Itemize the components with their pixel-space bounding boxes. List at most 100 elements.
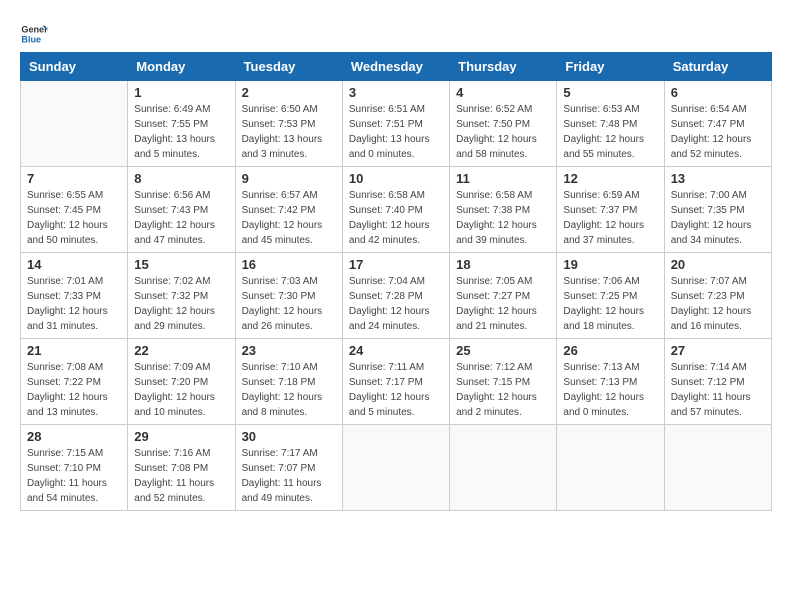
calendar-cell: 12 Sunrise: 6:59 AMSunset: 7:37 PMDayligh… [557,167,664,253]
day-info: Sunrise: 6:50 AMSunset: 7:53 PMDaylight:… [242,102,336,162]
day-info: Sunrise: 6:52 AMSunset: 7:50 PMDaylight:… [456,102,550,162]
calendar-header-thursday: Thursday [450,53,557,81]
calendar-cell: 14 Sunrise: 7:01 AMSunset: 7:33 PMDayligh… [21,253,128,339]
day-info: Sunrise: 6:58 AMSunset: 7:38 PMDaylight:… [456,188,550,248]
day-number: 20 [671,257,765,272]
calendar-cell: 19Sunrise: 7:06 AMSunset: 7:25 PMDayligh… [557,253,664,339]
calendar-cell: 6Sunrise: 6:54 AMSunset: 7:47 PMDaylight… [664,81,771,167]
calendar-cell: 16Sunrise: 7:03 AMSunset: 7:30 PMDayligh… [235,253,342,339]
day-info: Sunrise: 6:49 AMSunset: 7:55 PMDaylight:… [134,102,228,162]
calendar-week-row: 28 Sunrise: 7:15 AMSunset: 7:10 PMDayligh… [21,425,772,511]
calendar-cell: 1 Sunrise: 6:49 AMSunset: 7:55 PMDaylight… [128,81,235,167]
day-number: 22 [134,343,228,358]
day-number: 23 [242,343,336,358]
calendar-cell: 27Sunrise: 7:14 AMSunset: 7:12 PMDayligh… [664,339,771,425]
day-info: Sunrise: 6:53 AMSunset: 7:48 PMDaylight:… [563,102,657,162]
calendar-cell [664,425,771,511]
day-number: 3 [349,85,443,100]
calendar-cell [342,425,449,511]
day-number: 28 [27,429,121,444]
logo: General Blue [20,20,48,48]
calendar-cell: 7 Sunrise: 6:55 AMSunset: 7:45 PMDaylight… [21,167,128,253]
day-info: Sunrise: 7:06 AMSunset: 7:25 PMDaylight:… [563,274,657,334]
day-number: 14 [27,257,121,272]
calendar-week-row: 14 Sunrise: 7:01 AMSunset: 7:33 PMDayligh… [21,253,772,339]
day-info: Sunrise: 7:09 AMSunset: 7:20 PMDaylight:… [134,360,228,420]
calendar-cell [557,425,664,511]
calendar-week-row: 7 Sunrise: 6:55 AMSunset: 7:45 PMDaylight… [21,167,772,253]
calendar-cell: 29 Sunrise: 7:16 AMSunset: 7:08 PMDayligh… [128,425,235,511]
calendar-header-saturday: Saturday [664,53,771,81]
day-info: Sunrise: 6:56 AMSunset: 7:43 PMDaylight:… [134,188,228,248]
calendar-cell: 28 Sunrise: 7:15 AMSunset: 7:10 PMDayligh… [21,425,128,511]
calendar-cell: 11 Sunrise: 6:58 AMSunset: 7:38 PMDayligh… [450,167,557,253]
day-info: Sunrise: 7:05 AMSunset: 7:27 PMDaylight:… [456,274,550,334]
page-header: General Blue [20,20,772,48]
day-info: Sunrise: 6:55 AMSunset: 7:45 PMDaylight:… [27,188,121,248]
calendar-cell: 21 Sunrise: 7:08 AMSunset: 7:22 PMDayligh… [21,339,128,425]
day-info: Sunrise: 6:54 AMSunset: 7:47 PMDaylight:… [671,102,765,162]
calendar-header-sunday: Sunday [21,53,128,81]
day-number: 8 [134,171,228,186]
day-number: 26 [563,343,657,358]
calendar-header-friday: Friday [557,53,664,81]
calendar-cell: 20 Sunrise: 7:07 AMSunset: 7:23 PMDayligh… [664,253,771,339]
logo-icon: General Blue [20,20,48,48]
day-number: 11 [456,171,550,186]
day-info: Sunrise: 7:11 AMSunset: 7:17 PMDaylight:… [349,360,443,420]
day-info: Sunrise: 6:57 AMSunset: 7:42 PMDaylight:… [242,188,336,248]
day-info: Sunrise: 7:16 AMSunset: 7:08 PMDaylight:… [134,446,228,506]
calendar-cell [21,81,128,167]
calendar-table: SundayMondayTuesdayWednesdayThursdayFrid… [20,52,772,511]
day-number: 5 [563,85,657,100]
day-number: 1 [134,85,228,100]
calendar-header-row: SundayMondayTuesdayWednesdayThursdayFrid… [21,53,772,81]
day-info: Sunrise: 7:08 AMSunset: 7:22 PMDaylight:… [27,360,121,420]
calendar-week-row: 1 Sunrise: 6:49 AMSunset: 7:55 PMDaylight… [21,81,772,167]
calendar-cell: 9 Sunrise: 6:57 AMSunset: 7:42 PMDaylight… [235,167,342,253]
calendar-cell: 24 Sunrise: 7:11 AMSunset: 7:17 PMDayligh… [342,339,449,425]
calendar-cell: 25 Sunrise: 7:12 AMSunset: 7:15 PMDayligh… [450,339,557,425]
calendar-cell: 8 Sunrise: 6:56 AMSunset: 7:43 PMDaylight… [128,167,235,253]
day-info: Sunrise: 7:12 AMSunset: 7:15 PMDaylight:… [456,360,550,420]
day-number: 16 [242,257,336,272]
calendar-header-tuesday: Tuesday [235,53,342,81]
day-number: 7 [27,171,121,186]
calendar-cell: 23 Sunrise: 7:10 AMSunset: 7:18 PMDayligh… [235,339,342,425]
day-number: 29 [134,429,228,444]
day-number: 24 [349,343,443,358]
day-info: Sunrise: 7:17 AMSunset: 7:07 PMDaylight:… [242,446,336,506]
calendar-cell: 17 Sunrise: 7:04 AMSunset: 7:28 PMDayligh… [342,253,449,339]
day-number: 25 [456,343,550,358]
day-number: 21 [27,343,121,358]
day-number: 30 [242,429,336,444]
day-info: Sunrise: 6:59 AMSunset: 7:37 PMDaylight:… [563,188,657,248]
calendar-cell: 15 Sunrise: 7:02 AMSunset: 7:32 PMDayligh… [128,253,235,339]
day-info: Sunrise: 7:13 AMSunset: 7:13 PMDaylight:… [563,360,657,420]
day-number: 27 [671,343,765,358]
calendar-cell: 18Sunrise: 7:05 AMSunset: 7:27 PMDayligh… [450,253,557,339]
calendar-header-wednesday: Wednesday [342,53,449,81]
calendar-header-monday: Monday [128,53,235,81]
day-info: Sunrise: 7:07 AMSunset: 7:23 PMDaylight:… [671,274,765,334]
day-number: 9 [242,171,336,186]
calendar-cell: 4 Sunrise: 6:52 AMSunset: 7:50 PMDaylight… [450,81,557,167]
day-info: Sunrise: 7:01 AMSunset: 7:33 PMDaylight:… [27,274,121,334]
day-number: 4 [456,85,550,100]
day-number: 15 [134,257,228,272]
calendar-week-row: 21 Sunrise: 7:08 AMSunset: 7:22 PMDayligh… [21,339,772,425]
day-number: 12 [563,171,657,186]
day-info: Sunrise: 7:04 AMSunset: 7:28 PMDaylight:… [349,274,443,334]
day-info: Sunrise: 7:15 AMSunset: 7:10 PMDaylight:… [27,446,121,506]
day-info: Sunrise: 7:10 AMSunset: 7:18 PMDaylight:… [242,360,336,420]
day-number: 13 [671,171,765,186]
calendar-cell: 13 Sunrise: 7:00 AMSunset: 7:35 PMDayligh… [664,167,771,253]
day-number: 10 [349,171,443,186]
day-number: 17 [349,257,443,272]
day-info: Sunrise: 7:00 AMSunset: 7:35 PMDaylight:… [671,188,765,248]
calendar-cell: 2 Sunrise: 6:50 AMSunset: 7:53 PMDaylight… [235,81,342,167]
calendar-cell: 26 Sunrise: 7:13 AMSunset: 7:13 PMDayligh… [557,339,664,425]
day-info: Sunrise: 7:02 AMSunset: 7:32 PMDaylight:… [134,274,228,334]
day-info: Sunrise: 6:51 AMSunset: 7:51 PMDaylight:… [349,102,443,162]
day-number: 2 [242,85,336,100]
